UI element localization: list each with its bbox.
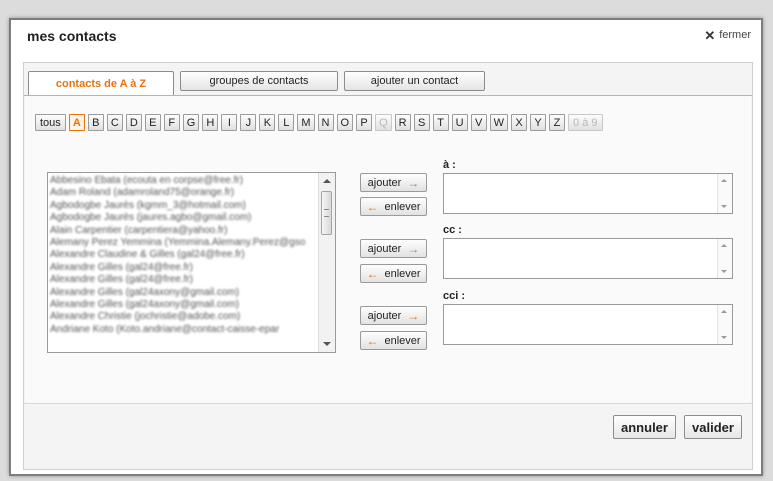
letter-button-h[interactable]: H [202,114,219,131]
list-item[interactable]: Alexandre Christie (jochristie@adobe.com… [50,311,317,323]
scroll-down-icon[interactable] [323,342,331,346]
to-field-scrollbar[interactable] [717,174,732,213]
add-bcc-button[interactable]: ajouter → [360,306,427,325]
add-bcc-label: ajouter [367,309,402,322]
cc-field-scrollbar[interactable] [717,239,732,278]
letter-button-v[interactable]: V [470,114,487,131]
letter-button-t[interactable]: T [432,114,449,131]
add-cc-button[interactable]: ajouter → [360,239,427,258]
arrow-left-icon: ← [366,199,379,214]
bcc-field-scrollbar[interactable] [717,305,732,344]
letter-button-i[interactable]: I [221,114,238,131]
list-item[interactable]: Agbodogbe Jaurès (kgmm_3@hotmail.com) [50,200,317,212]
letter-button-0-a-9[interactable]: 0 à 9 [568,114,603,131]
close-button[interactable]: ✕ fermer [704,27,751,43]
bcc-field[interactable] [443,304,733,345]
letter-button-r[interactable]: R [394,114,411,131]
contacts-list[interactable]: Abbesino Ebata (ecouta en corpse@free.fr… [47,172,336,353]
letter-button-tous[interactable]: tous [35,114,66,131]
contacts-list-items: Abbesino Ebata (ecouta en corpse@free.fr… [50,175,317,336]
arrow-right-icon: → [407,308,420,323]
letter-button-a[interactable]: A [68,114,85,131]
dialog-title: mes contacts [27,28,117,44]
list-item[interactable]: Alemany Perez Yemmina (Yemmina.Alemany.P… [50,237,317,249]
letter-button-w[interactable]: W [489,114,509,131]
tab-bar: contacts de A à Z groupes de contacts aj… [28,71,485,96]
letter-button-j[interactable]: J [240,114,257,131]
letter-button-z[interactable]: Z [549,114,566,131]
list-item[interactable]: Agbodogbe Jaurès (jaures.agbo@gmail.com) [50,212,317,224]
list-item[interactable]: Andriane Koto (Koto.andriane@contact-cai… [50,324,317,336]
remove-bcc-button[interactable]: ← enlever [360,331,427,350]
list-item[interactable]: Alexandre Gilles (gal24axony@gmail.com) [50,299,317,311]
letter-button-o[interactable]: O [336,114,354,131]
to-field[interactable] [443,173,733,214]
add-to-button[interactable]: ajouter → [360,173,427,192]
letter-button-e[interactable]: E [144,114,161,131]
cc-label: cc : [443,224,462,236]
list-item[interactable]: Alexandre Gilles (gal24@free.fr) [50,262,317,274]
arrow-left-icon: ← [366,266,379,281]
remove-cc-label: enlever [384,267,421,280]
tab-content: tous A B C D E F G H I J K L M N O P Q R S T U V W X Y Z 0 à 9 Abbe… [25,96,751,403]
arrow-right-icon: → [407,175,420,190]
letter-button-f[interactable]: F [163,114,180,131]
letter-button-y[interactable]: Y [530,114,547,131]
letter-button-s[interactable]: S [413,114,430,131]
letter-button-m[interactable]: M [297,114,315,131]
list-item[interactable]: Alexandre Gilles (gal24axony@gmail.com) [50,287,317,299]
remove-cc-button[interactable]: ← enlever [360,264,427,283]
letter-button-k[interactable]: K [259,114,276,131]
arrow-left-icon: ← [366,333,379,348]
cancel-button[interactable]: annuler [613,415,676,439]
letter-button-x[interactable]: X [511,114,528,131]
bcc-label: cci : [443,290,466,302]
letter-button-q[interactable]: Q [375,114,392,131]
close-label: fermer [719,29,751,41]
letter-button-c[interactable]: C [106,114,123,131]
add-to-label: ajouter [367,176,402,189]
letter-button-p[interactable]: P [356,114,373,131]
remove-bcc-label: enlever [384,334,421,347]
letter-button-l[interactable]: L [278,114,295,131]
dialog-panel: contacts de A à Z groupes de contacts aj… [23,62,753,470]
list-item[interactable]: Alexandre Gilles (gal24@free.fr) [50,274,317,286]
footer-divider [24,403,752,404]
list-item[interactable]: Alexandre Claudine & Gilles (gal24@free.… [50,249,317,261]
letter-button-g[interactable]: G [182,114,200,131]
letter-button-d[interactable]: D [125,114,142,131]
add-cc-label: ajouter [367,242,402,255]
remove-to-label: enlever [384,200,421,213]
letter-button-n[interactable]: N [317,114,334,131]
remove-to-button[interactable]: ← enlever [360,197,427,216]
scroll-up-icon[interactable] [323,179,331,183]
tab-add-contact[interactable]: ajouter un contact [344,71,485,91]
list-item[interactable]: Abbesino Ebata (ecouta en corpse@free.fr… [50,175,317,187]
letter-button-u[interactable]: U [451,114,468,131]
tab-contacts-a-z[interactable]: contacts de A à Z [28,71,174,96]
tab-contact-groups[interactable]: groupes de contacts [180,71,338,91]
close-icon: ✕ [704,27,716,43]
arrow-right-icon: → [407,241,420,256]
cc-field[interactable] [443,238,733,279]
contacts-list-scrollbar[interactable] [318,173,335,352]
to-label: à : [443,159,456,171]
ok-button[interactable]: valider [684,415,742,439]
list-item[interactable]: Adam Roland (adamroland75@orange.fr) [50,187,317,199]
letter-button-b[interactable]: B [87,114,104,131]
contacts-dialog: mes contacts ✕ fermer contacts de A à Z … [9,18,763,476]
scroll-thumb[interactable] [321,191,332,235]
list-item[interactable]: Alain Carpentier (carpentiera@yahoo.fr) [50,225,317,237]
letter-filter-bar: tous A B C D E F G H I J K L M N O P Q R S T U V W X Y Z 0 à 9 [35,114,603,131]
